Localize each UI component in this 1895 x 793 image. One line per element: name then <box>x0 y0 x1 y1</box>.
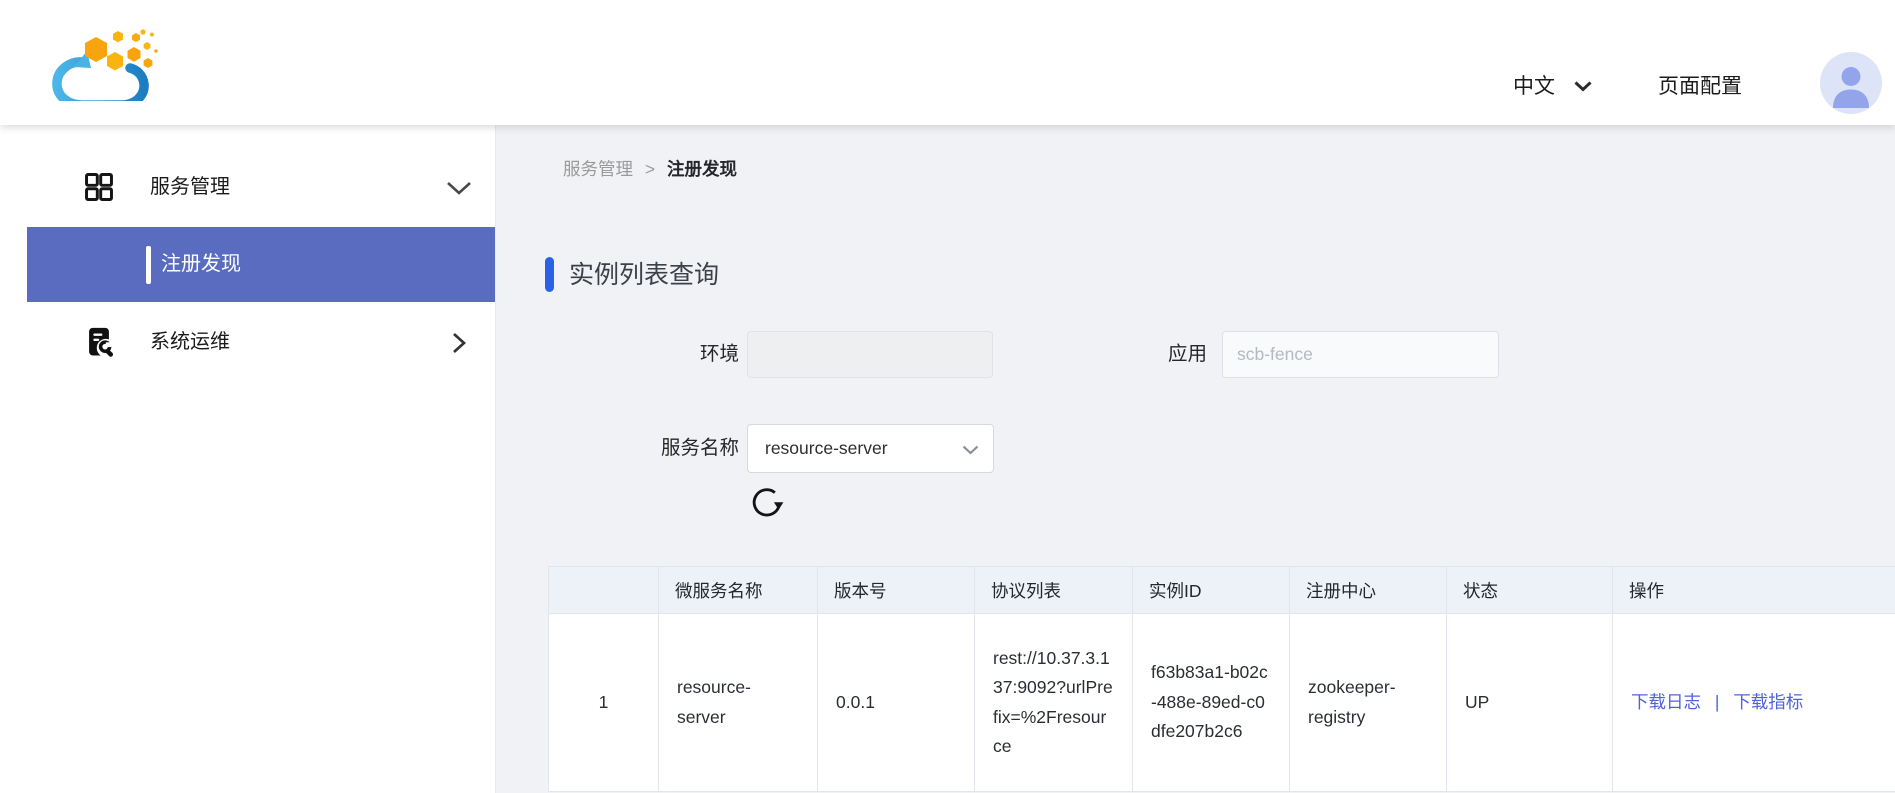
col-header-status: 状态 <box>1446 566 1613 614</box>
section-accent-bar <box>545 257 554 292</box>
refresh-icon[interactable] <box>749 485 787 523</box>
table-row: 1 resource-server 0.0.1 rest://10.37.3.1… <box>548 613 1895 792</box>
cell-protocol-list: rest://10.37.3.137:9092?urlPrefix=%2Fres… <box>974 613 1133 792</box>
sidebar-item-label: 服务管理 <box>150 176 230 198</box>
servicecomb-logo-icon[interactable] <box>44 25 160 101</box>
cell-status: UP <box>1446 613 1613 792</box>
app-label: 应用 <box>1167 343 1207 365</box>
server-wrench-icon <box>89 327 115 358</box>
user-avatar[interactable] <box>1820 52 1882 114</box>
active-indicator-bar <box>146 246 151 284</box>
top-header: 中文 页面配置 <box>0 0 1895 125</box>
main-content: 服务管理 > 注册发现 实例列表查询 环境 应用 服务名称 resource-s… <box>496 125 1895 793</box>
select-chevron-down-icon <box>962 445 979 455</box>
cell-registry: zookeeper-registry <box>1289 613 1447 792</box>
sidebar-item-label: 系统运维 <box>150 331 230 353</box>
breadcrumb-parent[interactable]: 服务管理 <box>563 159 633 179</box>
cell-instance-id: f63b83a1-b02c-488e-89ed-c0dfe207b2c6 <box>1132 613 1290 792</box>
app-input[interactable] <box>1222 331 1499 378</box>
download-log-link[interactable]: 下载日志 <box>1631 692 1701 712</box>
breadcrumb-current: 注册发现 <box>666 159 737 179</box>
col-header-actions: 操作 <box>1612 566 1895 614</box>
language-chevron-down-icon <box>1574 81 1592 92</box>
col-header-service-name: 微服务名称 <box>658 566 818 614</box>
table-header-row: 微服务名称 版本号 协议列表 实例ID 注册中心 状态 操作 <box>548 566 1895 614</box>
cell-index: 1 <box>548 613 659 792</box>
service-name-label: 服务名称 <box>660 437 739 459</box>
breadcrumb-separator: > <box>644 159 656 179</box>
user-icon <box>1833 67 1869 108</box>
sidebar-item-service-mgmt[interactable]: 服务管理 <box>0 150 495 225</box>
grid-icon <box>85 173 113 201</box>
breadcrumb: 服务管理 > 注册发现 <box>563 156 737 181</box>
col-header-instance-id: 实例ID <box>1132 566 1290 614</box>
sidebar-item-label: 注册发现 <box>161 253 241 275</box>
language-switcher[interactable]: 中文 <box>1513 70 1555 100</box>
col-header-protocol-list: 协议列表 <box>974 566 1133 614</box>
cell-version: 0.0.1 <box>817 613 975 792</box>
section-title: 实例列表查询 <box>569 261 720 289</box>
col-header-index <box>548 566 659 614</box>
service-name-selected-value: resource-server <box>765 438 888 458</box>
sidebar-item-registry-discovery[interactable]: 注册发现 <box>27 227 495 302</box>
instance-table: 微服务名称 版本号 协议列表 实例ID 注册中心 状态 操作 1 resourc… <box>548 566 1895 792</box>
service-name-select[interactable]: resource-server <box>747 424 994 473</box>
env-input[interactable] <box>747 331 993 378</box>
action-separator: | <box>1714 691 1720 712</box>
cell-service-name: resource-server <box>658 613 818 792</box>
app-window: 中文 页面配置 服务管理 注册发现 系统运维 服务管理 > 注册发现 实例列表查… <box>0 0 1895 793</box>
download-metrics-link[interactable]: 下载指标 <box>1733 692 1803 712</box>
col-header-registry: 注册中心 <box>1289 566 1447 614</box>
sidebar-nav: 服务管理 注册发现 系统运维 <box>0 125 496 793</box>
col-header-version: 版本号 <box>817 566 975 614</box>
chevron-right-icon <box>453 332 466 354</box>
sidebar-item-system-ops[interactable]: 系统运维 <box>0 305 495 380</box>
cell-actions: 下载日志 | 下载指标 <box>1612 613 1895 792</box>
env-label: 环境 <box>699 343 739 365</box>
chevron-down-icon <box>447 182 471 195</box>
page-config-button[interactable]: 页面配置 <box>1658 70 1742 100</box>
